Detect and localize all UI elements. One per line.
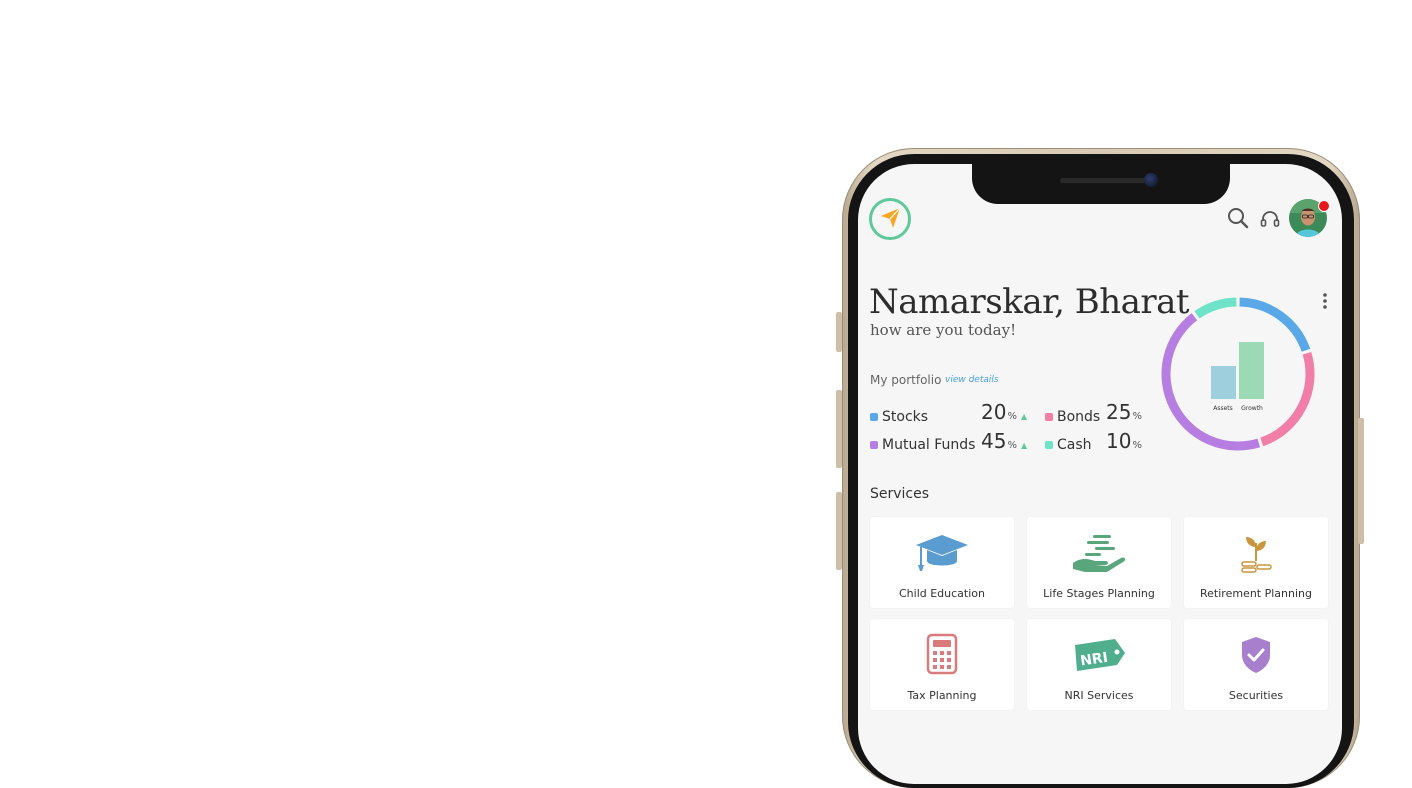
mutual-funds-value: 45% ▲ [981,429,1027,453]
bonds-swatch [1045,413,1053,421]
service-card-securities[interactable]: Securities [1184,619,1328,710]
service-card-retirement-planning[interactable]: Retirement Planning [1184,517,1328,608]
cash-swatch [1045,441,1053,449]
mutual-funds-swatch [870,441,878,449]
service-card-tax-planning[interactable]: Tax Planning [870,619,1014,710]
service-label: Life Stages Planning [1043,587,1155,600]
trend-up-icon: ▲ [1020,412,1028,421]
value-number: 45 [981,429,1007,453]
service-label: Child Education [898,587,985,600]
value-unit: % [1132,411,1142,422]
service-label: NRI Services [1064,689,1134,702]
value-unit: % [1132,440,1142,451]
stocks-value: 20% ▲ [981,400,1027,424]
donut-slice-bonds [1260,351,1315,447]
graduation-cap-icon [916,535,968,571]
shield-check-icon [1242,637,1270,673]
bonds-value: 25% [1106,400,1142,424]
headset-icon[interactable] [1259,208,1281,230]
value-number: 10 [1106,429,1132,453]
service-card-nri-services[interactable]: NRI NRI Services [1027,619,1171,710]
service-label: Tax Planning [907,689,977,702]
service-label: Securities [1228,689,1284,702]
stocks-swatch [870,413,878,421]
value-unit: % [1007,440,1017,451]
growth-bar [1239,342,1264,399]
search-icon[interactable] [1226,206,1250,230]
phone-notch [972,156,1230,204]
greeting-subtitle: how are you today! [870,321,1017,339]
value-number: 25 [1106,400,1132,424]
assets-bar [1211,366,1236,399]
phone-volume-down [836,492,842,570]
paper-plane-icon [881,207,901,228]
view-details-link[interactable]: view details [945,375,999,385]
services-title: Services [870,486,930,502]
portfolio-donut-chart: Assets Growth [1161,297,1315,451]
nri-tag-icon: NRI [1075,639,1125,671]
donut-slice-cash [1194,297,1237,319]
legend-stocks: Stocks [870,409,928,425]
cash-value: 10% [1106,429,1142,453]
calculator-icon [926,633,958,675]
assets-bar-label: Assets [1213,405,1233,412]
greeting-title: Namarskar, Bharat [869,282,1190,322]
paper-plane-logo[interactable] [869,198,911,240]
legend-bonds: Bonds [1045,409,1100,425]
service-card-child-education[interactable]: Child Education [870,517,1014,608]
growth-bar-label: Growth [1241,405,1263,412]
legend-mutual-funds: Mutual Funds [870,437,975,453]
phone-volume-up [836,390,842,468]
front-camera [1144,173,1158,187]
value-unit: % [1007,411,1017,422]
speaker-grille [1060,178,1152,183]
more-options-icon[interactable] [1318,290,1332,314]
plant-coins-icon [1241,537,1272,573]
hand-money-icon [1073,535,1126,572]
legend-label: Bonds [1057,409,1101,425]
service-label: Retirement Planning [1200,587,1312,600]
trend-up-icon: ▲ [1020,441,1028,450]
value-number: 20 [981,400,1007,424]
legend-label: Mutual Funds [882,437,976,453]
portfolio-label: My portfolio [870,373,942,387]
phone-mute-switch [836,312,842,352]
legend-label: Cash [1057,437,1092,453]
legend-label: Stocks [882,409,929,425]
legend-cash: Cash [1045,437,1092,453]
notification-dot [1318,200,1330,212]
phone-power-button [1358,418,1364,544]
service-card-life-stages-planning[interactable]: Life Stages Planning [1027,517,1171,608]
